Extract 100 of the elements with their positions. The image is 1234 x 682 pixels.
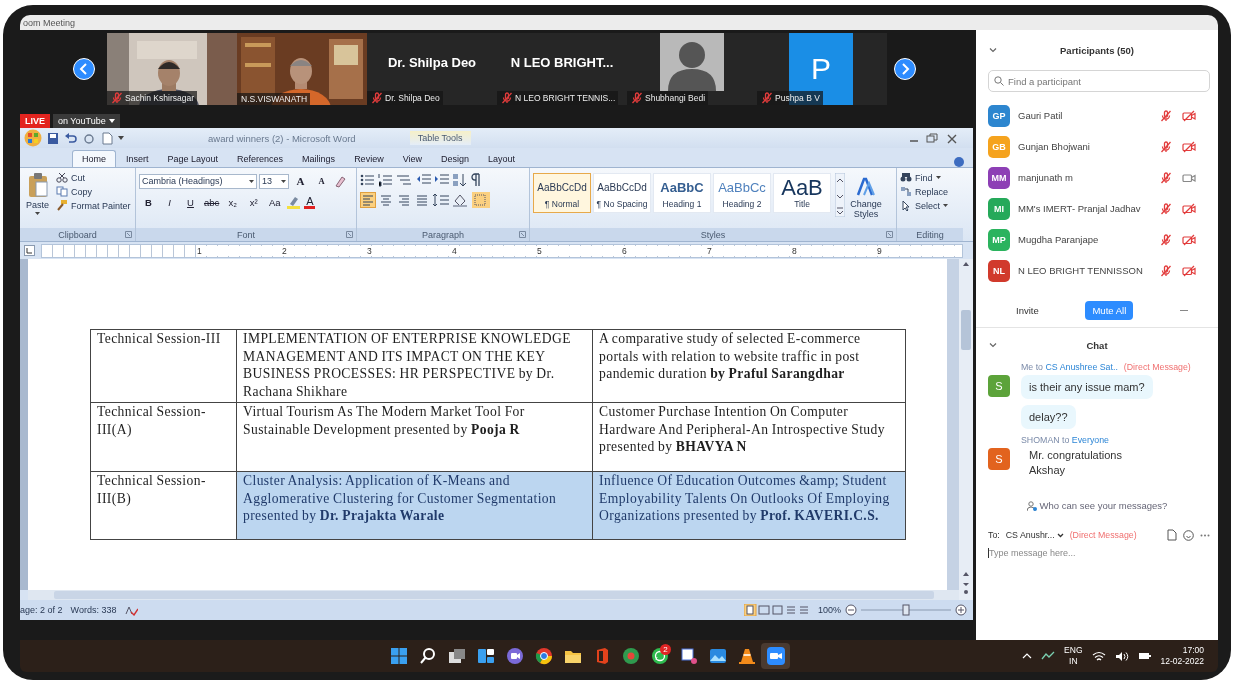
align-right-button[interactable] [396, 192, 412, 208]
ribbon-tab[interactable]: Layout [479, 151, 525, 167]
ribbon-tab[interactable]: Review [345, 151, 393, 167]
tab-selector-icon[interactable] [24, 245, 35, 256]
collapse-icon[interactable] [988, 46, 998, 54]
style-gallery-item[interactable]: AaBbC Heading 1 [653, 173, 711, 213]
ribbon-tab[interactable]: Page Layout [158, 151, 228, 167]
align-center-button[interactable] [378, 192, 394, 208]
to-label: To: [988, 530, 1000, 540]
numbered-list-icon[interactable] [378, 173, 394, 187]
copy-button[interactable]: Copy [56, 186, 131, 197]
dialog-launcher-icon[interactable] [346, 231, 353, 238]
pilcrow-icon[interactable] [470, 173, 482, 187]
spell-check-icon[interactable] [124, 604, 139, 616]
sort-icon[interactable] [452, 173, 468, 187]
style-gallery-item[interactable]: AaBbCcDd ¶ No Spacing [593, 173, 651, 213]
dialog-launcher-icon[interactable] [886, 231, 893, 238]
wifi-icon[interactable] [1091, 650, 1106, 662]
bold-button[interactable]: B [139, 194, 158, 210]
invite-button[interactable]: Invite [1016, 304, 1039, 316]
participant-avatar: GB [988, 135, 1010, 158]
ribbon-tab[interactable]: Home [72, 150, 116, 167]
strike-button[interactable]: abc [202, 194, 222, 210]
ribbon-tab[interactable]: References [228, 151, 293, 167]
zoom-slider-icon[interactable] [861, 604, 951, 616]
gallery-scroll-icon[interactable] [835, 173, 845, 217]
increase-indent-icon[interactable] [434, 173, 450, 187]
customize-toolbar-icon[interactable] [118, 135, 124, 141]
office-button-icon[interactable] [24, 129, 42, 147]
italic-button[interactable]: I [160, 194, 179, 210]
more-icon[interactable] [1200, 533, 1210, 537]
font-color-button[interactable]: A [304, 195, 316, 209]
save-icon[interactable] [46, 131, 60, 145]
ribbon-tab[interactable]: Design [432, 151, 478, 167]
search-icon[interactable] [418, 647, 437, 665]
traffic-cone-icon[interactable] [737, 647, 756, 665]
photos-icon[interactable] [708, 647, 727, 665]
shrink-font-button[interactable]: A [312, 173, 331, 189]
search-field[interactable]: Find a participant [988, 70, 1210, 92]
widgets-icon[interactable] [476, 647, 495, 665]
video-camera-icon[interactable] [766, 647, 785, 665]
collapse-icon[interactable] [988, 341, 998, 349]
scrollbar-thumb[interactable] [961, 309, 971, 350]
more-icon[interactable] [1180, 308, 1188, 312]
video-chat-icon[interactable] [505, 647, 524, 665]
change-styles-button[interactable]: Change Styles [849, 173, 883, 226]
file-icon[interactable] [1167, 529, 1177, 541]
clock[interactable]: 17:00 12-02-2022 [1160, 645, 1204, 667]
participant-name: Gauri Patil [1018, 110, 1064, 121]
style-gallery-item[interactable]: AaBbCcDd ¶ Normal [533, 173, 591, 213]
ribbon-tab[interactable]: Insert [117, 151, 158, 167]
sup-button[interactable]: x² [244, 194, 264, 210]
select-button[interactable]: Select [900, 200, 949, 211]
undo-icon[interactable] [64, 131, 78, 145]
style-gallery-item[interactable]: AaB Title [773, 173, 831, 213]
recipient-dropdown[interactable]: CS Anushr... [1005, 530, 1064, 540]
chat-message: delay?? [1021, 405, 1076, 429]
previous-page-icon[interactable] [73, 58, 95, 80]
paste-button[interactable]: Paste [23, 172, 52, 226]
next-page-icon[interactable] [894, 58, 916, 80]
dialog-launcher-icon[interactable] [125, 231, 132, 238]
shading-icon[interactable] [452, 193, 470, 207]
dialog-launcher-icon[interactable] [519, 231, 526, 238]
font-size-field[interactable]: 13 [259, 173, 289, 189]
privacy-link[interactable]: Who can see your messages? [1026, 500, 1168, 511]
page-count: age: 2 of 2 [20, 605, 63, 615]
grow-font-button[interactable]: A [291, 173, 310, 189]
language-indicator[interactable]: ENG IN [1064, 645, 1083, 667]
zoom-in-icon[interactable] [955, 604, 967, 616]
emoji-icon[interactable] [1183, 529, 1194, 541]
sub-button[interactable]: x₂ [223, 194, 243, 210]
find-button[interactable]: Find [900, 172, 949, 183]
bullet-list-icon[interactable] [360, 173, 376, 187]
font-name-field[interactable]: Cambria (Headings) [139, 173, 257, 189]
line-spacing-icon[interactable] [432, 193, 450, 207]
zoom-out-icon[interactable] [845, 604, 857, 616]
style-gallery-item[interactable]: AaBbCc Heading 2 [713, 173, 771, 213]
decrease-indent-icon[interactable] [416, 173, 432, 187]
case-button[interactable]: Aa [265, 194, 285, 210]
restore-icon[interactable] [925, 131, 941, 145]
cut-button[interactable]: Cut [56, 172, 131, 183]
stream-menu[interactable]: on YouTube [53, 114, 120, 128]
vertical-scrollbar[interactable] [959, 259, 973, 600]
help-icon[interactable] [954, 157, 964, 167]
word-count: Words: 338 [70, 605, 117, 615]
multilevel-list-icon[interactable] [396, 173, 414, 187]
snipping-tool-icon[interactable] [679, 647, 698, 665]
ribbon-tab[interactable]: View [393, 151, 431, 167]
clear-formatting-icon[interactable] [333, 174, 347, 188]
chevron-up-icon[interactable] [1022, 652, 1033, 660]
highlighter-icon[interactable] [286, 195, 303, 209]
volume-icon[interactable] [1114, 650, 1129, 662]
start-icon[interactable] [389, 647, 408, 665]
horizontal-scrollbar[interactable] [28, 590, 959, 600]
replace-button[interactable]: Replace [900, 186, 949, 197]
underline-button[interactable]: U [181, 194, 200, 210]
ribbon-tab[interactable]: Mailings [293, 151, 345, 167]
task-view-icon[interactable] [447, 647, 466, 665]
battery-icon[interactable] [1137, 651, 1152, 661]
format-painter-button[interactable]: Format Painter [56, 200, 131, 211]
